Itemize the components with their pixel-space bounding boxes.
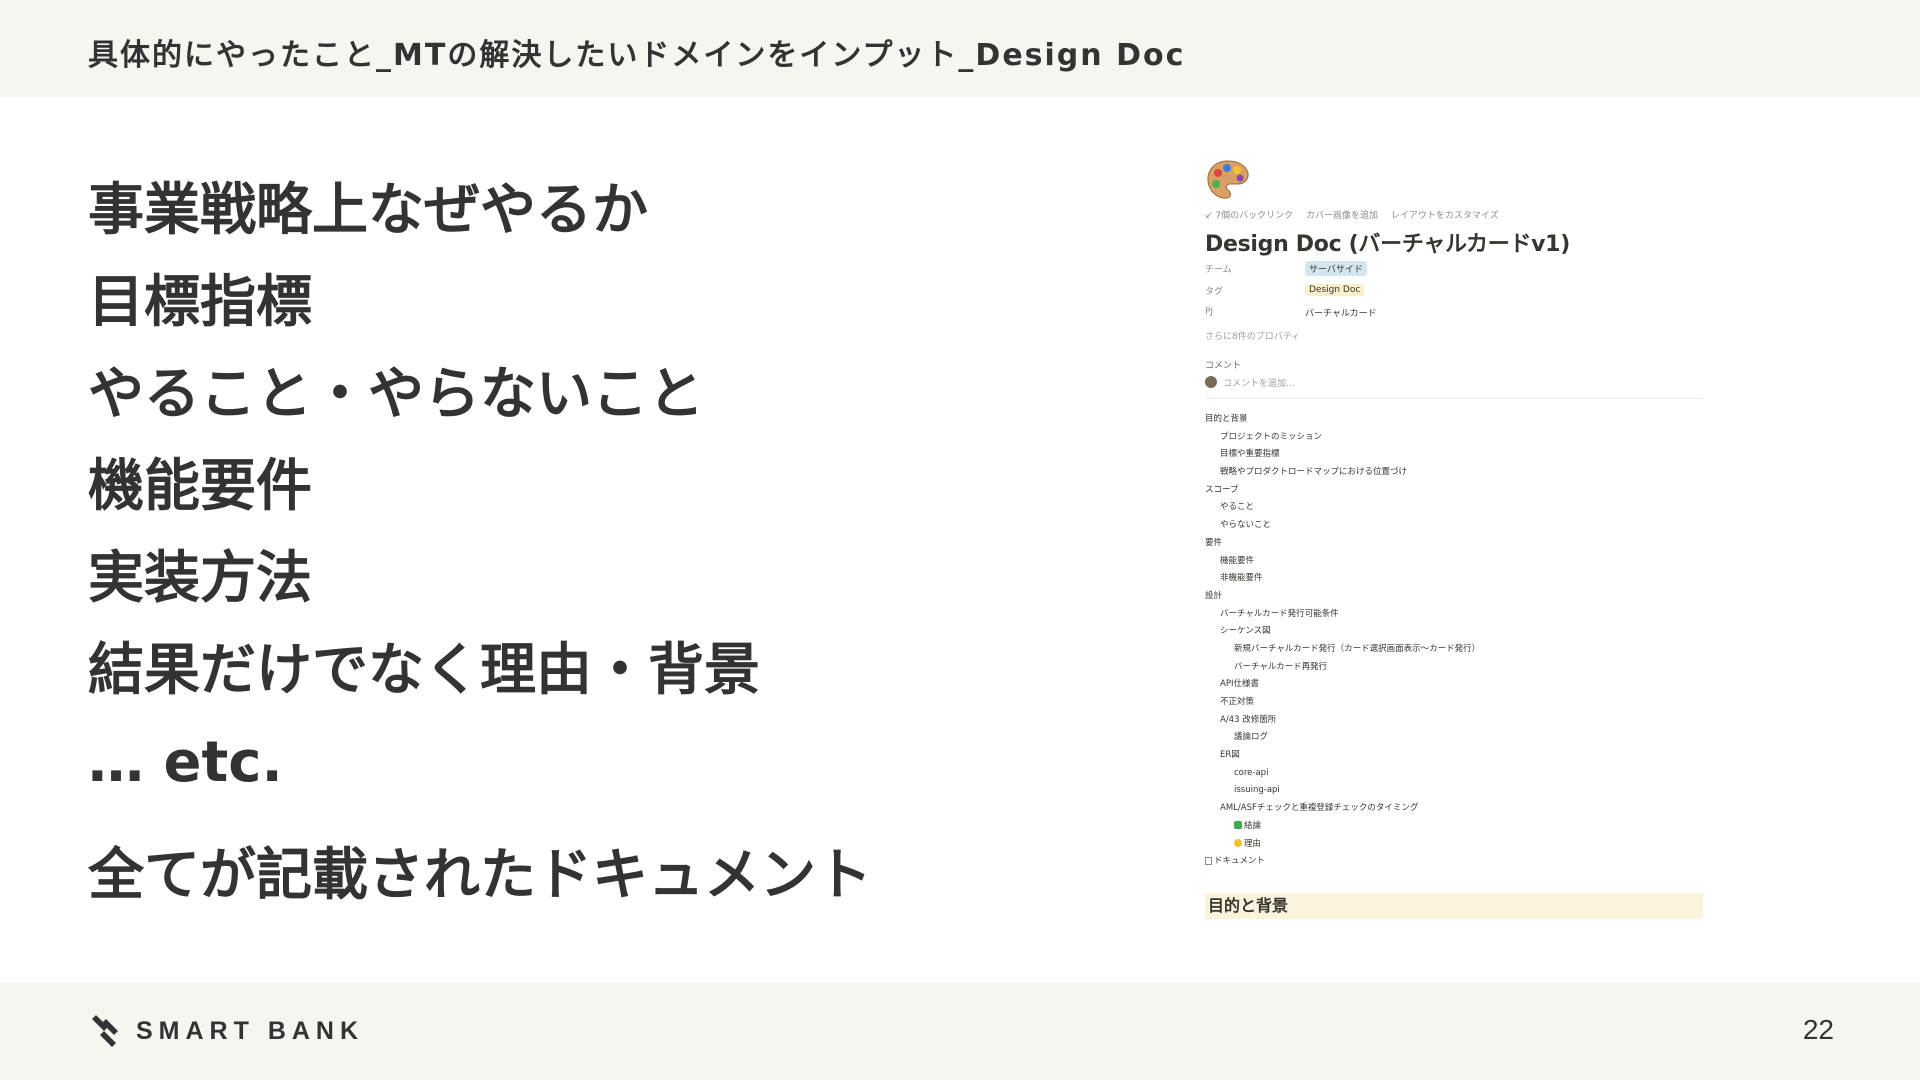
list-item: 機能要件 [88,454,312,519]
list-item: … etc. [88,730,283,795]
header-bar: 具体的にやったこと_MTの解決したいドメインをインプット_Design Doc [0,0,1920,97]
smartbank-logo-icon [92,1015,118,1047]
toc-item-label: 結論 [1244,820,1262,831]
section-heading: 目的と背景 [1205,893,1703,919]
more-properties-toggle[interactable]: さらに8件のプロパティ [1205,329,1300,342]
document-icon [1205,856,1212,865]
toc-item[interactable]: core-api [1205,765,1480,783]
property-key: タグ [1205,286,1224,297]
backlinks-link[interactable]: ↙ 7個のバックリンク [1205,211,1293,221]
property-team: チーム サーバサイド [1205,260,1367,276]
slide-title: 具体的にやったこと_MTの解決したいドメインをインプット_Design Doc [88,38,1186,73]
toc-item-label: 理由 [1244,838,1262,849]
toc-item[interactable]: issuing-api [1205,782,1480,800]
avatar [1205,376,1217,388]
toc-item[interactable]: 要件 [1205,535,1480,553]
check-icon [1234,821,1242,830]
summary-text: 全てが記載されたドキュメント [88,843,872,908]
comment-label: コメント [1205,361,1242,371]
toc-item[interactable]: 非機能要件 [1205,570,1480,588]
add-cover-button[interactable]: カバー画像を追加 [1306,211,1378,221]
customize-layout-button[interactable]: レイアウトをカスタマイズ [1391,211,1499,221]
smile-icon [1234,839,1242,847]
palette-icon [1207,160,1249,199]
list-item: 実装方法 [88,546,312,611]
toc-item[interactable]: やること [1205,499,1480,517]
toc-item[interactable]: ドキュメント [1205,853,1480,871]
toc-item[interactable]: A/43 改修箇所 [1205,712,1480,730]
toc-item[interactable]: AML/ASFチェックと重複登録チェックのタイミング [1205,800,1480,818]
comment-input[interactable]: コメントを追加... [1205,376,1703,399]
list-item: 目標指標 [88,270,312,335]
property-key: チーム [1205,264,1232,275]
page-number: 22 [1802,1014,1834,1045]
page-toolbar: ↙ 7個のバックリンク カバー画像を追加 レイアウトをカスタマイズ [1205,208,1509,221]
toc-item[interactable]: 議論ログ [1205,729,1480,747]
list-item: 結果だけでなく理由・背景 [88,638,760,703]
property-tag: タグ Design Doc [1205,282,1365,298]
team-tag[interactable]: サーバサイド [1305,260,1367,276]
doc-contents-list: 事業戦略上なぜやるか 目標指標 やること・やらないこと 機能要件 実装方法 結果… [88,165,760,809]
doc-title: Design Doc (バーチャルカードv1) [1205,232,1570,257]
toc-item[interactable]: バーチャルカード発行可能条件 [1205,606,1480,624]
toc-item[interactable]: API仕様書 [1205,676,1480,694]
comment-placeholder: コメントを追加... [1223,379,1295,389]
toc-item[interactable]: 不正対策 [1205,694,1480,712]
toc-item[interactable]: バーチャルカード再発行 [1205,659,1480,677]
toc-item[interactable]: シーケンス図 [1205,623,1480,641]
smartbank-logo: SMART BANK [90,1011,364,1051]
list-item: 事業戦略上なぜやるか [88,178,648,243]
toc-item[interactable]: 目的と背景 [1205,411,1480,429]
toc-item[interactable]: 目標や重要指標 [1205,446,1480,464]
toc-item[interactable]: 戦略やプロダクトロードマップにおける位置づけ [1205,464,1480,482]
toc-item[interactable]: 機能要件 [1205,553,1480,571]
logo-text: SMART BANK [136,1016,365,1045]
property-key: PJ [1205,307,1214,317]
toc-item[interactable]: 設計 [1205,588,1480,606]
toc-item[interactable]: スコープ [1205,482,1480,500]
doc-type-tag[interactable]: Design Doc [1305,284,1365,296]
project-link[interactable]: バーチャルカード [1305,306,1377,319]
toc-item-label: ドキュメント [1214,856,1266,867]
toc-item[interactable]: 結論 [1205,818,1480,836]
toc-item[interactable]: プロジェクトのミッション [1205,429,1480,447]
property-pj: PJ バーチャルカード [1205,304,1377,320]
toc-item[interactable]: やらないこと [1205,517,1480,535]
list-item: やること・やらないこと [88,362,704,427]
notion-doc-screenshot: ↙ 7個のバックリンク カバー画像を追加 レイアウトをカスタマイズ Design… [1205,158,1705,919]
toc-item[interactable]: 理由 [1205,836,1480,854]
toc-item[interactable]: ER図 [1205,747,1480,765]
toc-item[interactable]: 新規バーチャルカード発行（カード選択画面表示〜カード発行） [1205,641,1480,659]
table-of-contents: 目的と背景 プロジェクトのミッション 目標や重要指標 戦略やプロダクトロードマッ… [1205,411,1480,871]
